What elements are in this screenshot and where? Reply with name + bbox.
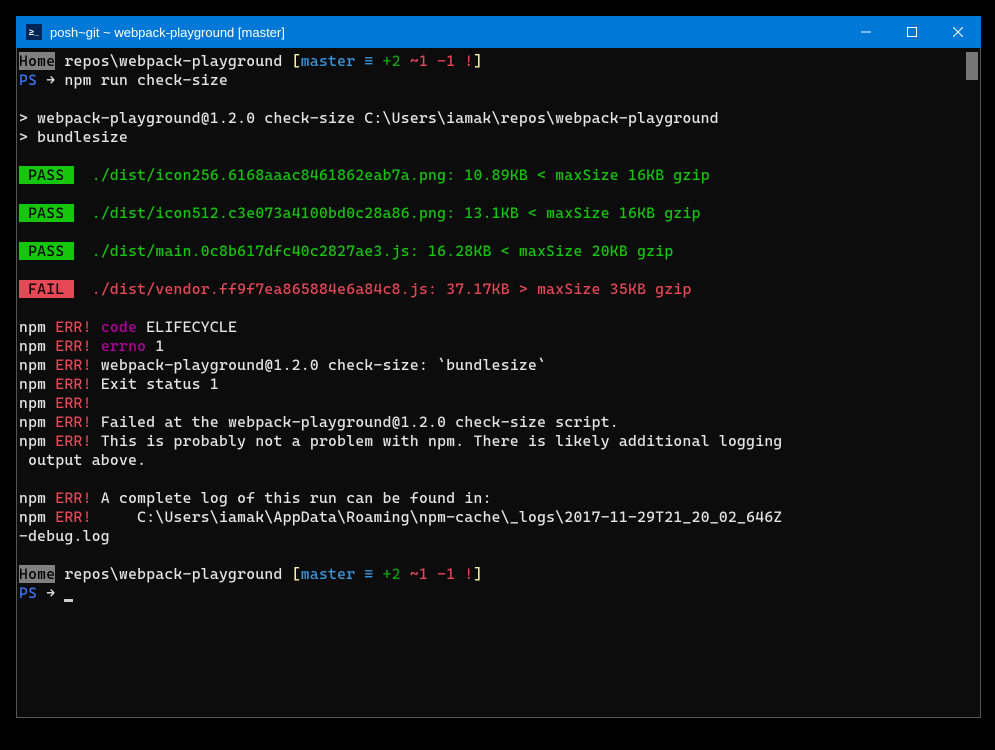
err-val: ELIFECYCLE [137,318,237,336]
npm-label: npm [19,356,46,374]
err-label: ERR! [46,432,91,450]
err-text: Exit status 1 [92,375,219,393]
result-text: ./dist/icon256.6168aaac8461862eab7a.png:… [92,166,710,184]
git-del: -1 [437,52,455,70]
terminal-window: ≥_ posh~git ~ webpack-playground [master… [16,16,981,718]
command-text: npm run check-size [64,71,228,89]
err-label: ERR! [46,318,91,336]
npm-label: npm [19,413,46,431]
prompt-arrow: → [37,584,64,602]
fail-badge: FAIL [19,280,74,298]
result-text: ./dist/icon512.c3e073a4100bd0c28a86.png:… [92,204,701,222]
err-label: ERR! [46,337,91,355]
bracket: ] [474,52,483,70]
minimize-button[interactable] [843,16,889,48]
equiv: ≡ [355,565,382,583]
err-label: ERR! [46,489,91,507]
err-text: This is probably not a problem with npm.… [92,432,783,450]
bracket: ] [474,565,483,583]
close-button[interactable] [935,16,981,48]
err-text: A complete log of this run can be found … [92,489,492,507]
err-text: C:\Users\iamak\AppData\Roaming\npm-cache… [92,508,783,526]
err-val: 1 [146,337,164,355]
equiv: ≡ [355,52,382,70]
npm-header-line: > bundlesize [19,128,962,147]
home-badge: Home [19,52,55,70]
git-excl: ! [455,565,473,583]
err-key: errno [92,337,147,355]
git-mod: ~1 [401,52,437,70]
ps-label: PS [19,71,37,89]
npm-label: npm [19,508,46,526]
result-text: ./dist/main.0c8b617dfc40c2827ae3.js: 16.… [92,242,674,260]
err-text: Failed at the webpack-playground@1.2.0 c… [92,413,619,431]
branch-name: master [301,565,356,583]
err-label: ERR! [46,508,91,526]
home-badge: Home [19,565,55,583]
ps-label: PS [19,584,37,602]
git-ahead: +2 [383,565,401,583]
maximize-button[interactable] [889,16,935,48]
err-label: ERR! [46,375,91,393]
git-excl: ! [455,52,473,70]
npm-label: npm [19,375,46,393]
branch-name: master [301,52,356,70]
err-label: ERR! [46,413,91,431]
npm-label: npm [19,337,46,355]
pass-badge: PASS [19,242,74,260]
err-text: -debug.log [19,527,962,546]
git-del: -1 [437,565,455,583]
err-key: code [92,318,137,336]
pass-badge: PASS [19,166,74,184]
err-label: ERR! [46,394,91,412]
git-ahead: +2 [383,52,401,70]
err-label: ERR! [46,356,91,374]
titlebar[interactable]: ≥_ posh~git ~ webpack-playground [master… [16,16,981,48]
prompt-arrow: → [37,71,64,89]
npm-label: npm [19,432,46,450]
window-controls [843,16,981,48]
pass-badge: PASS [19,204,74,222]
npm-label: npm [19,489,46,507]
err-text: output above. [19,451,962,470]
terminal-content[interactable]: Home repos\webpack-playground [master ≡ … [17,48,964,717]
path-text: repos\webpack-playground [55,565,291,583]
npm-label: npm [19,318,46,336]
window-title: posh~git ~ webpack-playground [master] [50,25,843,40]
bracket: [ [292,565,301,583]
git-mod: ~1 [401,565,437,583]
npm-header-line: > webpack-playground@1.2.0 check-size C:… [19,109,962,128]
err-text: webpack-playground@1.2.0 check-size: `bu… [92,356,546,374]
npm-label: npm [19,394,46,412]
path-text: repos\webpack-playground [55,52,291,70]
bracket: [ [292,52,301,70]
result-text: ./dist/vendor.ff9f7ea865884e6a84c8.js: 3… [92,280,692,298]
scrollbar[interactable] [964,48,980,717]
scrollbar-thumb[interactable] [966,52,978,80]
cursor [64,599,73,602]
powershell-icon: ≥_ [26,24,42,40]
